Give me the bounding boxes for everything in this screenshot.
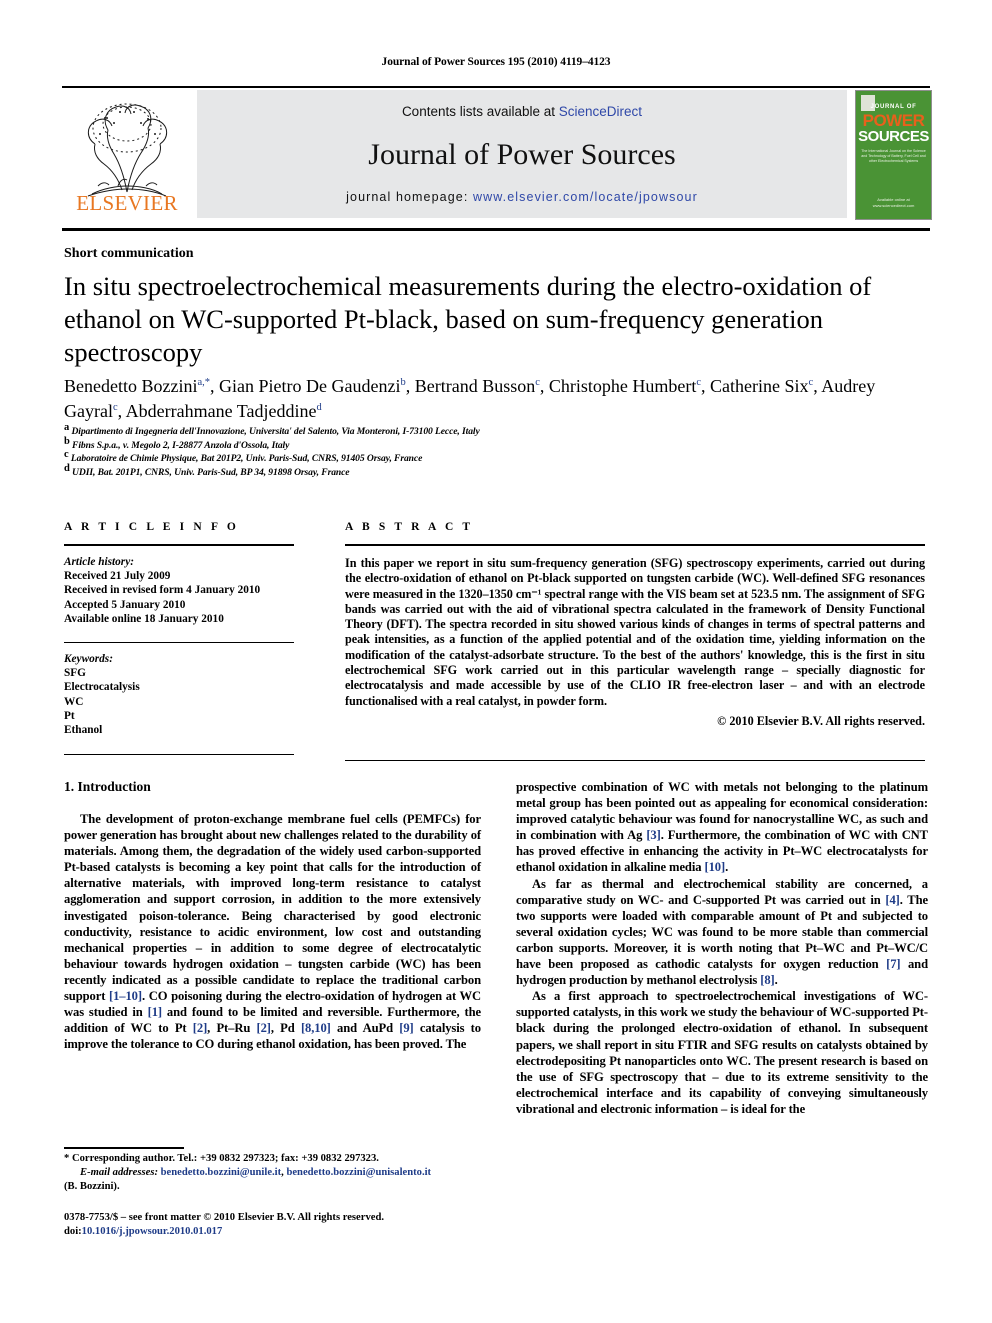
abstract-column: A B S T R A C T In this paper we report …: [345, 521, 925, 729]
author-list: Benedetto Bozzinia,*, Gian Pietro De Gau…: [64, 376, 876, 421]
keywords-block: Keywords: SFG Electrocatalysis WC Pt Ethanol: [64, 643, 294, 737]
author-name: Bertrand Busson: [414, 376, 536, 396]
journal-homepage-line: journal homepage: www.elsevier.com/locat…: [197, 190, 847, 204]
article-history-item: Accepted 5 January 2010: [64, 598, 186, 611]
citation-link[interactable]: [9]: [399, 1021, 413, 1035]
affiliation-item: c Laboratoire de Chimie Physique, Bat 20…: [64, 448, 423, 464]
introduction-heading: 1. Introduction: [64, 779, 151, 794]
keyword-item: Electrocatalysis: [64, 681, 140, 694]
footnote-block: * Corresponding author. Tel.: +39 0832 2…: [64, 1152, 484, 1194]
citation-link[interactable]: [8]: [760, 973, 774, 987]
journal-banner: Contents lists available at ScienceDirec…: [197, 90, 847, 218]
citation-link[interactable]: [10]: [705, 860, 726, 874]
elsevier-logo: ELSEVIER: [62, 90, 192, 218]
article-history-label: Article history:: [64, 556, 134, 568]
journal-title: Journal of Power Sources: [368, 138, 676, 171]
author-affiliation-mark: b: [400, 377, 406, 388]
citation-link[interactable]: [2]: [257, 1021, 271, 1035]
article-history-item: Received in revised form 4 January 2010: [64, 584, 261, 597]
cover-sources-word: SOURCES: [858, 128, 929, 145]
body-paragraph: prospective combination of WC with metal…: [516, 780, 928, 875]
author-name: Abderrahmane Tadjeddine: [125, 401, 317, 421]
email-label: E-mail addresses:: [80, 1167, 158, 1178]
email-attribution: (B. Bozzini).: [64, 1181, 120, 1192]
email-line: E-mail addresses: benedetto.bozzini@unil…: [64, 1166, 484, 1180]
doi-line: doi:10.1016/j.jpowsour.2010.01.017: [64, 1225, 504, 1239]
masthead: ELSEVIER Contents lists available at Sci…: [62, 88, 932, 221]
cover-sciencedirect-note: Available online at www.sciencedirect.co…: [872, 197, 915, 208]
journal-article-page: Journal of Power Sources 195 (2010) 4119…: [0, 0, 992, 1323]
citation-link[interactable]: [8,10]: [301, 1021, 331, 1035]
article-info-label: A R T I C L E I N F O: [64, 521, 239, 533]
author-affiliation-mark: d: [316, 402, 322, 413]
abstract-copyright: © 2010 Elsevier B.V. All rights reserved…: [717, 713, 925, 728]
author-affiliation-mark: c: [808, 377, 814, 388]
keyword-items: SFG Electrocatalysis WC Pt Ethanol: [64, 666, 294, 737]
homepage-url[interactable]: www.elsevier.com/locate/jpowsour: [473, 190, 698, 204]
elsevier-wordmark: ELSEVIER: [76, 191, 178, 215]
author-affiliation-mark: c: [112, 402, 118, 413]
issn-line: 0378-7753/$ – see front matter © 2010 El…: [64, 1212, 384, 1223]
body-paragraph: The development of proton-exchange membr…: [64, 812, 481, 1052]
citation-link[interactable]: [2]: [193, 1021, 207, 1035]
affiliation-item: a Dipartimento di Ingegneria dell'Innova…: [64, 421, 480, 437]
citation-link[interactable]: [1]: [148, 1005, 162, 1019]
keywords-bottom-rule: [64, 754, 294, 756]
contents-prefix: Contents lists available at: [401, 104, 559, 119]
body-paragraph: As a first approach to spectroelectroche…: [516, 989, 928, 1116]
footnote-rule: [64, 1147, 184, 1149]
author-affiliation-mark: c: [535, 377, 540, 388]
doi-link[interactable]: 10.1016/j.jpowsour.2010.01.017: [82, 1226, 223, 1237]
email-separator: ,: [281, 1167, 284, 1178]
citation-link[interactable]: [7]: [886, 957, 900, 971]
citation-link[interactable]: [3]: [646, 828, 660, 842]
contents-list-line: Contents lists available at ScienceDirec…: [197, 104, 847, 119]
citation-link[interactable]: [4]: [885, 893, 899, 907]
affiliation-list: a Dipartimento di Ingegneria dell'Innova…: [64, 421, 764, 479]
article-section-type: Short communication: [64, 246, 194, 261]
author-name: Gian Pietro De Gaudenzi: [219, 376, 401, 396]
email-link-secondary[interactable]: benedetto.bozzini@unisalento.it: [286, 1167, 431, 1178]
abstract-label: A B S T R A C T: [345, 521, 474, 533]
running-head: Journal of Power Sources 195 (2010) 4119…: [381, 56, 611, 68]
page-title: In situ spectroelectrochemical measureme…: [64, 271, 872, 367]
body-paragraph: As far as thermal and electrochemical st…: [516, 876, 928, 988]
masthead-bottom-rule: [62, 228, 930, 231]
abstract-bottom-rule: [345, 760, 925, 761]
body-column-left: 1. Introduction The development of proto…: [64, 779, 481, 1052]
cover-journal-of: JOURNAL OF: [870, 104, 917, 110]
imprint-block: 0378-7753/$ – see front matter © 2010 El…: [64, 1211, 504, 1239]
cover-subtitle: The International Journal on the Science…: [861, 149, 926, 163]
author-name: Benedetto Bozzini: [64, 376, 198, 396]
body-column-right: prospective combination of WC with metal…: [516, 779, 928, 1117]
keyword-item: SFG: [64, 667, 86, 680]
author-name: Christophe Humbert: [548, 376, 697, 396]
cover-power-word: POWER: [862, 111, 925, 130]
article-history-block: Article history: Received 21 July 2009 Re…: [64, 546, 294, 626]
corresponding-author-note: * Corresponding author. Tel.: +39 0832 2…: [64, 1153, 379, 1164]
abstract-text: In this paper we report in situ sum-freq…: [345, 556, 925, 708]
homepage-label: journal homepage:: [346, 190, 469, 204]
citation-link[interactable]: [1–10]: [109, 989, 142, 1003]
keyword-item: Ethanol: [64, 724, 103, 737]
journal-cover-thumbnail: JOURNAL OF POWER SOURCES The Internation…: [855, 90, 932, 220]
article-info-column: A R T I C L E I N F O Article history: R…: [64, 521, 294, 756]
email-link-primary[interactable]: benedetto.bozzini@unile.it: [161, 1167, 282, 1178]
affiliation-item: d UDII, Bat. 201P1, CNRS, Univ. Paris-Su…: [64, 462, 350, 478]
article-history-items: Received 21 July 2009 Received in revised…: [64, 569, 294, 626]
right-column-paragraphs: prospective combination of WC with metal…: [516, 779, 928, 1117]
keywords-label: Keywords:: [64, 653, 113, 666]
author-affiliation-mark: a,*: [197, 377, 211, 388]
keyword-item: Pt: [64, 709, 75, 722]
sciencedirect-link[interactable]: ScienceDirect: [559, 104, 642, 119]
affiliation-item: b Fibns S.p.a., v. Megolo 2, I-28877 Anz…: [64, 435, 290, 451]
keyword-item: WC: [64, 695, 84, 708]
author-affiliation-mark: c: [696, 377, 702, 388]
article-history-item: Received 21 July 2009: [64, 570, 171, 583]
left-column-paragraphs: The development of proton-exchange membr…: [64, 811, 481, 1052]
doi-label: doi:: [64, 1226, 82, 1237]
article-history-item: Available online 18 January 2010: [64, 612, 224, 625]
author-name: Catherine Six: [710, 376, 809, 396]
